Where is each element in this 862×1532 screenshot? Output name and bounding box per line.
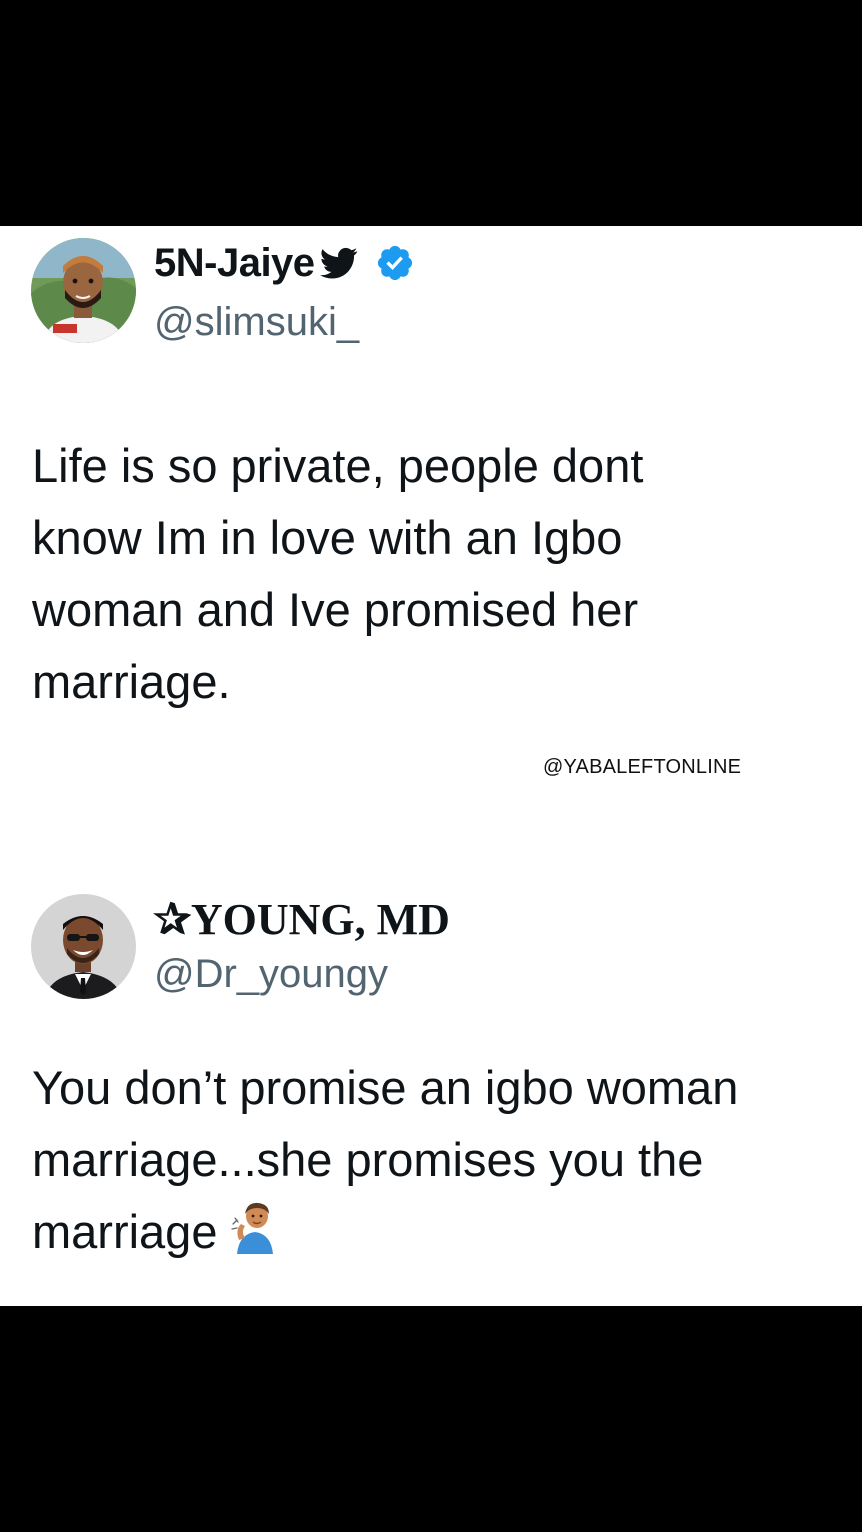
- tweet-text-line: You don’t promise an igbo woman: [32, 1061, 739, 1114]
- display-name[interactable]: 5N-Jaiye: [154, 241, 315, 286]
- tweet-text-line-last: marriage: [32, 1196, 842, 1268]
- twitter-bird-icon: [319, 247, 357, 279]
- tweet-text-line: marriage: [32, 1205, 218, 1258]
- user-handle[interactable]: @Dr_youngy: [154, 952, 388, 997]
- tweet-text-line: Life is so private, people dont: [32, 439, 644, 492]
- name-row: ✰YOUNG, MD: [154, 894, 450, 944]
- person-tipping-hand-icon: [231, 1202, 274, 1254]
- verified-badge-icon: [377, 245, 412, 281]
- avatar[interactable]: [31, 238, 136, 343]
- avatar-illustration: [31, 238, 136, 343]
- bottom-black-bar: [0, 1306, 862, 1532]
- tweet-text-line: woman and Ive promised her: [32, 583, 639, 636]
- avatar-photo: [31, 894, 136, 999]
- tweet-text-line: know Im in love with an Igbo: [32, 511, 623, 564]
- user-handle[interactable]: @slimsuki_: [154, 300, 359, 345]
- tweet-text-line: marriage...she promises you the: [32, 1133, 704, 1186]
- avatar[interactable]: [31, 894, 136, 999]
- tweet-text: You don’t promise an igbo woman marriage…: [32, 1052, 842, 1268]
- watermark: @YABALEFTONLINE: [543, 756, 742, 778]
- tweet-text: Life is so private, people dont know Im …: [32, 430, 842, 718]
- display-name[interactable]: ✰YOUNG, MD: [154, 894, 450, 945]
- top-black-bar: [0, 0, 862, 226]
- tweet-text-line: marriage.: [32, 655, 231, 708]
- name-row: 5N-Jaiye: [154, 238, 415, 288]
- screenshot-card: 5N-Jaiye @slimsuki_ Life is so private, …: [0, 226, 862, 1306]
